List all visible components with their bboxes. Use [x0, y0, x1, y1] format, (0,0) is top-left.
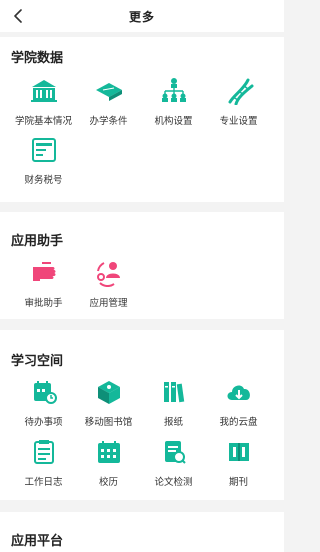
- item-todo[interactable]: 待办事项: [8, 378, 79, 428]
- item-college-info[interactable]: 学院基本情况: [8, 77, 79, 127]
- diploma-icon: [94, 77, 124, 105]
- building-icon: [29, 77, 59, 105]
- item-label: 机构设置: [154, 116, 193, 127]
- item-label: 期刊: [228, 477, 248, 488]
- item-journal[interactable]: 期刊: [203, 438, 274, 488]
- item-label: 财务税号: [24, 175, 63, 186]
- section-study-space: 学习空间 待办事项 移动图书馆 报纸 我的云盘 工作日志 校历 论文检测 期刊: [0, 330, 284, 500]
- item-org-structure[interactable]: 机构设置: [138, 77, 209, 127]
- school-calendar-icon: [94, 438, 124, 466]
- item-label: 专业设置: [219, 116, 258, 127]
- section-title: 应用平台: [11, 534, 64, 549]
- top-bar: 更多: [0, 0, 284, 32]
- org-chart-icon: [159, 77, 189, 105]
- tax-card-icon: [29, 136, 59, 164]
- item-school-calendar[interactable]: 校历: [73, 438, 144, 488]
- item-label: 审批助手: [24, 298, 63, 309]
- item-label: 我的云盘: [219, 417, 258, 428]
- item-cloud-drive[interactable]: 我的云盘: [203, 378, 274, 428]
- item-label: 校历: [98, 477, 118, 488]
- item-paper-check[interactable]: 论文检测: [138, 438, 209, 488]
- item-label: 应用管理: [89, 298, 128, 309]
- back-arrow-icon[interactable]: [8, 6, 28, 26]
- section-college-data: 学院数据 学院基本情况 办学条件 机构设置 专业设置 财务税号: [0, 37, 284, 202]
- worklog-icon: [29, 438, 59, 466]
- todo-calendar-icon: [29, 378, 59, 406]
- item-label: 学院基本情况: [14, 116, 72, 127]
- item-mobile-library[interactable]: 移动图书馆: [73, 378, 144, 428]
- app-manage-icon: [94, 259, 124, 287]
- newspaper-icon: [159, 378, 189, 406]
- section-app-assistant: 应用助手 审批助手 应用管理: [0, 212, 284, 319]
- cloud-drive-icon: [224, 378, 254, 406]
- item-newspaper[interactable]: 报纸: [138, 378, 209, 428]
- item-major-settings[interactable]: 专业设置: [203, 77, 274, 127]
- item-label: 论文检测: [154, 477, 193, 488]
- item-finance-tax[interactable]: 财务税号: [8, 136, 79, 186]
- section-title: 学院数据: [11, 51, 64, 66]
- item-label: 移动图书馆: [84, 417, 133, 428]
- page-title: 更多: [128, 9, 155, 24]
- item-label: 办学条件: [89, 116, 128, 127]
- item-label: 待办事项: [24, 417, 63, 428]
- paper-check-icon: [159, 438, 189, 466]
- section-title: 学习空间: [11, 354, 64, 369]
- item-label: 报纸: [163, 417, 183, 428]
- dna-icon: [224, 77, 254, 105]
- item-label: 工作日志: [24, 477, 63, 488]
- section-app-platform: 应用平台: [0, 512, 284, 552]
- section-title: 应用助手: [11, 234, 64, 249]
- library-cube-icon: [94, 378, 124, 406]
- approval-hand-icon: [29, 259, 59, 287]
- item-school-conditions[interactable]: 办学条件: [73, 77, 144, 127]
- journal-icon: [224, 438, 254, 466]
- item-approval-assistant[interactable]: 审批助手: [8, 259, 79, 309]
- item-app-management[interactable]: 应用管理: [73, 259, 144, 309]
- item-work-log[interactable]: 工作日志: [8, 438, 79, 488]
